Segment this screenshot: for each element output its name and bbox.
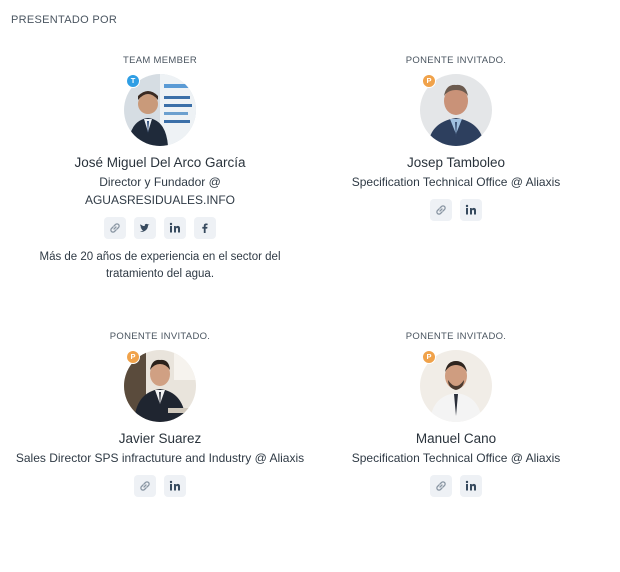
speaker-badge-icon: P: [422, 74, 436, 88]
section-title: PRESENTADO POR: [11, 14, 118, 26]
link-icon[interactable]: [104, 217, 126, 239]
link-icon[interactable]: [430, 475, 452, 497]
social-links: [306, 199, 606, 221]
social-links: [10, 475, 310, 497]
twitter-icon[interactable]: [134, 217, 156, 239]
social-links: [10, 217, 310, 239]
speaker-card: TEAM MEMBER T José Miguel Del Arco Garcí…: [10, 54, 310, 283]
speaker-name[interactable]: Josep Tamboleo: [306, 154, 606, 172]
linkedin-icon[interactable]: [164, 475, 186, 497]
social-links: [306, 475, 606, 497]
speaker-title: Specification Technical Office @ Aliaxis: [351, 175, 561, 189]
linkedin-icon[interactable]: [460, 475, 482, 497]
speaker-role: PONENTE INVITADO.: [109, 331, 211, 342]
speaker-title: Sales Director SPS infractuture and Indu…: [15, 451, 305, 465]
speaker-card: PONENTE INVITADO. P Josep Tamboleo Speci…: [306, 54, 606, 221]
speaker-name[interactable]: Manuel Cano: [306, 430, 606, 448]
speaker-bio: Más de 20 años de experiencia en el sect…: [39, 251, 281, 280]
speaker-card: PONENTE INVITADO. P Manuel Cano Specific…: [306, 330, 606, 497]
linkedin-icon[interactable]: [460, 199, 482, 221]
link-icon[interactable]: [134, 475, 156, 497]
speaker-name[interactable]: José Miguel Del Arco García: [10, 154, 310, 172]
speaker-badge-icon: P: [126, 350, 140, 364]
speaker-card: PONENTE INVITADO. P Javier Suarez Sales …: [10, 330, 310, 497]
facebook-icon[interactable]: [194, 217, 216, 239]
speaker-role: TEAM MEMBER: [122, 55, 198, 66]
speaker-name[interactable]: Javier Suarez: [10, 430, 310, 448]
linkedin-icon[interactable]: [164, 217, 186, 239]
speaker-title: Specification Technical Office @ Aliaxis: [351, 451, 561, 465]
link-icon[interactable]: [430, 199, 452, 221]
speaker-role: PONENTE INVITADO.: [405, 55, 507, 66]
team-badge-icon: T: [126, 74, 140, 88]
speaker-role: PONENTE INVITADO.: [405, 331, 507, 342]
speaker-title: Director y Fundador @ AGUASRESIDUALES.IN…: [84, 175, 236, 207]
speaker-badge-icon: P: [422, 350, 436, 364]
